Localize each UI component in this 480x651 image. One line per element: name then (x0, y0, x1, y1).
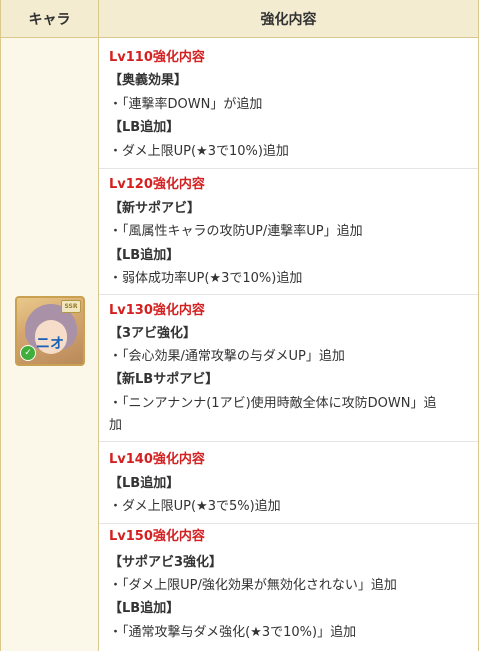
level-heading: Lv110強化内容 (109, 50, 205, 65)
group-tag: 【LB追加】 (109, 248, 180, 263)
list-item: ・「会心効果/通常攻撃の与ダメUP」追加 (109, 349, 345, 364)
group-tag: 【LB追加】 (109, 120, 180, 135)
character-name[interactable]: ニオ (1, 333, 99, 353)
ssr-rarity-icon: SSR (61, 300, 81, 313)
section-lv120: Lv120強化内容 【新サポアビ】 ・「風属性キャラの攻防UP/連撃率UP」追加… (99, 168, 478, 294)
level-heading: Lv130強化内容 (109, 303, 205, 318)
list-item: ・弱体成功率UP(★3で10%)追加 (109, 271, 303, 286)
table-header: キャラ 強化内容 (1, 0, 478, 38)
group-tag: 【LB追加】 (109, 476, 180, 491)
list-item-continued: 加 (109, 418, 123, 433)
group-tag: 【新サポアビ】 (109, 201, 201, 216)
header-character: キャラ (1, 0, 99, 37)
section-lv110: Lv110強化内容 【奥義効果】 ・「連撃率DOWN」が追加 【LB追加】 ・ダ… (99, 38, 478, 168)
list-item: ・「通常攻撃与ダメ強化(★3で10%)」追加 (109, 625, 357, 640)
level-heading: Lv140強化内容 (109, 452, 205, 467)
section-lv130: Lv130強化内容 【3アビ強化】 ・「会心効果/通常攻撃の与ダメUP」追加 【… (99, 294, 478, 441)
group-tag: 【3アビ強化】 (109, 326, 197, 341)
section-lv140: Lv140強化内容 【LB追加】 ・ダメ上限UP(★3で5%)追加 (99, 441, 478, 523)
group-tag: 【新LBサポアビ】 (109, 372, 219, 387)
list-item: ・「風属性キャラの攻防UP/連撃率UP」追加 (109, 224, 363, 239)
section-lv150: Lv150強化内容 【サポアビ3強化】 ・「ダメ上限UP/強化効果が無効化されな… (99, 523, 478, 651)
group-tag: 【LB追加】 (109, 601, 180, 616)
group-tag: 【奥義効果】 (109, 73, 188, 88)
character-portrait[interactable]: SSR ✓ (15, 296, 85, 366)
header-content: 強化内容 (260, 11, 317, 28)
enhancement-table: キャラ 強化内容 SSR ✓ ニオ Lv110強化内容 【奥義効果】 ・「連撃率… (0, 0, 479, 651)
group-tag: 【サポアビ3強化】 (109, 555, 223, 570)
list-item: ・「ダメ上限UP/強化効果が無効化されない」追加 (109, 578, 397, 593)
list-item: ・ダメ上限UP(★3で10%)追加 (109, 144, 289, 159)
list-item: ・ダメ上限UP(★3で5%)追加 (109, 499, 281, 514)
level-heading: Lv150強化内容 (109, 529, 205, 544)
list-item: ・「連撃率DOWN」が追加 (109, 97, 263, 112)
level-heading: Lv120強化内容 (109, 177, 205, 192)
list-item: ・「ニンアナンナ(1アビ)使用時敵全体に攻防DOWN」追 (109, 396, 437, 411)
